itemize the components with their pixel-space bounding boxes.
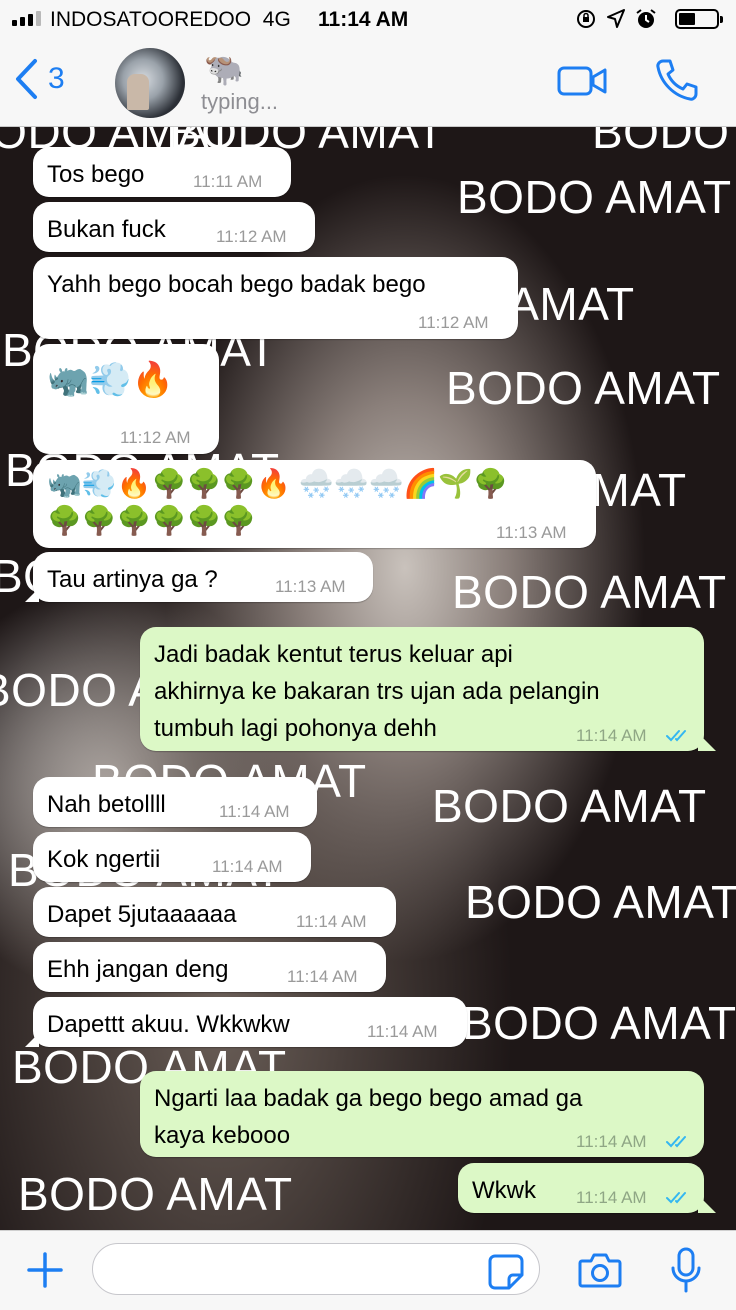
chat-area[interactable]: BODO AMAT BODO AMAT BODO AMAT BODO AMAT … [0,127,736,1230]
message-bubble-incoming[interactable]: Nah betollll 11:14 AM [33,777,317,827]
message-time: 11:14 AM [212,857,283,876]
wallpaper-watermark: BODO AMAT [462,997,736,1049]
message-text: Tau artinya ga ? [47,566,218,593]
message-text: Kok ngertii [47,846,161,873]
alarm-icon [636,9,656,28]
message-time: 11:12 AM [418,313,489,332]
video-call-icon[interactable] [557,66,607,96]
message-bubble-incoming[interactable]: Dapettt akuu. Wkkwkw 11:14 AM [25,997,467,1047]
message-bubble-outgoing[interactable]: Jadi badak kentut terus keluar api akhir… [140,627,716,751]
avatar[interactable] [115,48,185,118]
read-receipt-icon [666,1136,686,1148]
signal-strength-icon [12,11,41,26]
composer-bar [0,1230,736,1310]
message-time: 11:14 AM [367,1022,438,1041]
message-text: Wkwk [472,1177,536,1204]
message-time: 11:14 AM [576,1132,647,1151]
battery-icon [675,9,723,29]
chevron-left-icon [16,59,37,99]
message-text: Dapettt akuu. Wkkwkw [47,1011,290,1038]
message-text: 🦏💨🔥🌳🌳🌳🔥 🌨️🌨️🌨️🌈🌱🌳 🌳🌳🌳🌳🌳🌳 [47,468,509,536]
wallpaper-watermark: BODO AMAT [432,780,707,832]
message-time: 11:14 AM [287,967,358,986]
message-text: Nah betollll [47,791,166,818]
wallpaper-watermark: BODO AMAT [446,362,721,414]
message-bubble-incoming[interactable]: Bukan fuck 11:12 AM [33,202,315,252]
wallpaper-watermark: BODO AMAT [457,171,732,223]
message-text: Dapet 5jutaaaaaa [47,901,237,928]
message-bubble-incoming[interactable]: Tau artinya ga ? 11:13 AM [25,552,373,602]
wallpaper-watermark: BODO AMAT [18,1168,293,1220]
message-text: Jadi badak kentut terus keluar api akhir… [154,641,600,742]
message-time: 11:14 AM [296,912,367,931]
plus-icon[interactable] [26,1251,64,1289]
message-time: 11:13 AM [275,577,346,596]
microphone-icon[interactable] [670,1246,702,1294]
message-bubble-incoming[interactable]: 🦏💨🔥🌳🌳🌳🔥 🌨️🌨️🌨️🌈🌱🌳 🌳🌳🌳🌳🌳🌳 11:13 AM [33,460,596,548]
phone-call-icon[interactable] [655,58,699,102]
typing-status: typing... [201,89,279,114]
back-button[interactable]: 3 [14,58,65,100]
message-text: Ngarti laa badak ga bego bego amad ga ka… [154,1085,583,1149]
message-text: Ehh jangan deng [47,956,229,983]
message-time: 11:11 AM [193,172,263,191]
message-bubble-incoming[interactable]: Kok ngertii 11:14 AM [33,832,311,882]
network-type: 4G [262,8,291,31]
message-text: Bukan fuck [47,216,166,243]
wallpaper-watermark: BODO AMAT [452,566,727,618]
message-bubble-incoming[interactable]: 🦏💨🔥 11:12 AM [33,344,219,454]
chat-header: 3 🐃 typing... [0,40,736,127]
contact-name[interactable]: 🐃 [204,50,244,88]
message-time: 11:14 AM [576,1188,647,1207]
message-time: 11:14 AM [219,802,290,821]
message-text: 🦏💨🔥 [47,361,175,399]
message-bubble-outgoing[interactable]: Wkwk 11:14 AM [458,1163,716,1213]
wallpaper-watermark: BODO AMAT [465,876,736,928]
message-time: 11:13 AM [496,523,567,542]
message-bubble-incoming[interactable]: Tos bego 11:11 AM [33,147,291,197]
carrier-name: INDOSATOOREDOO 4G [50,8,291,31]
message-bubble-outgoing[interactable]: Ngarti laa badak ga bego bego amad ga ka… [140,1071,704,1157]
sticker-icon[interactable] [487,1253,525,1291]
status-bar: INDOSATOOREDOO 4G 11:14 AM [0,0,736,40]
status-time: 11:14 AM [318,8,409,31]
message-bubble-incoming[interactable]: Dapet 5jutaaaaaa 11:14 AM [33,887,396,937]
location-icon [607,9,625,28]
message-text: Yahh bego bocah bego badak bego [47,271,426,298]
read-receipt-icon [666,1192,686,1204]
message-bubble-incoming[interactable]: Yahh bego bocah bego badak bego 11:12 AM [33,257,518,339]
message-input[interactable] [92,1243,540,1295]
message-time: 11:12 AM [216,227,287,246]
message-time: 11:12 AM [120,428,191,447]
message-time: 11:14 AM [576,726,647,745]
read-receipt-icon [666,730,686,742]
message-bubble-incoming[interactable]: Ehh jangan deng 11:14 AM [33,942,386,992]
unread-count: 3 [48,62,65,95]
message-text: Tos bego [47,161,145,188]
camera-icon[interactable] [578,1251,622,1289]
rotation-lock-icon [577,10,595,28]
wallpaper-watermark: BODO AMAT [592,127,736,158]
